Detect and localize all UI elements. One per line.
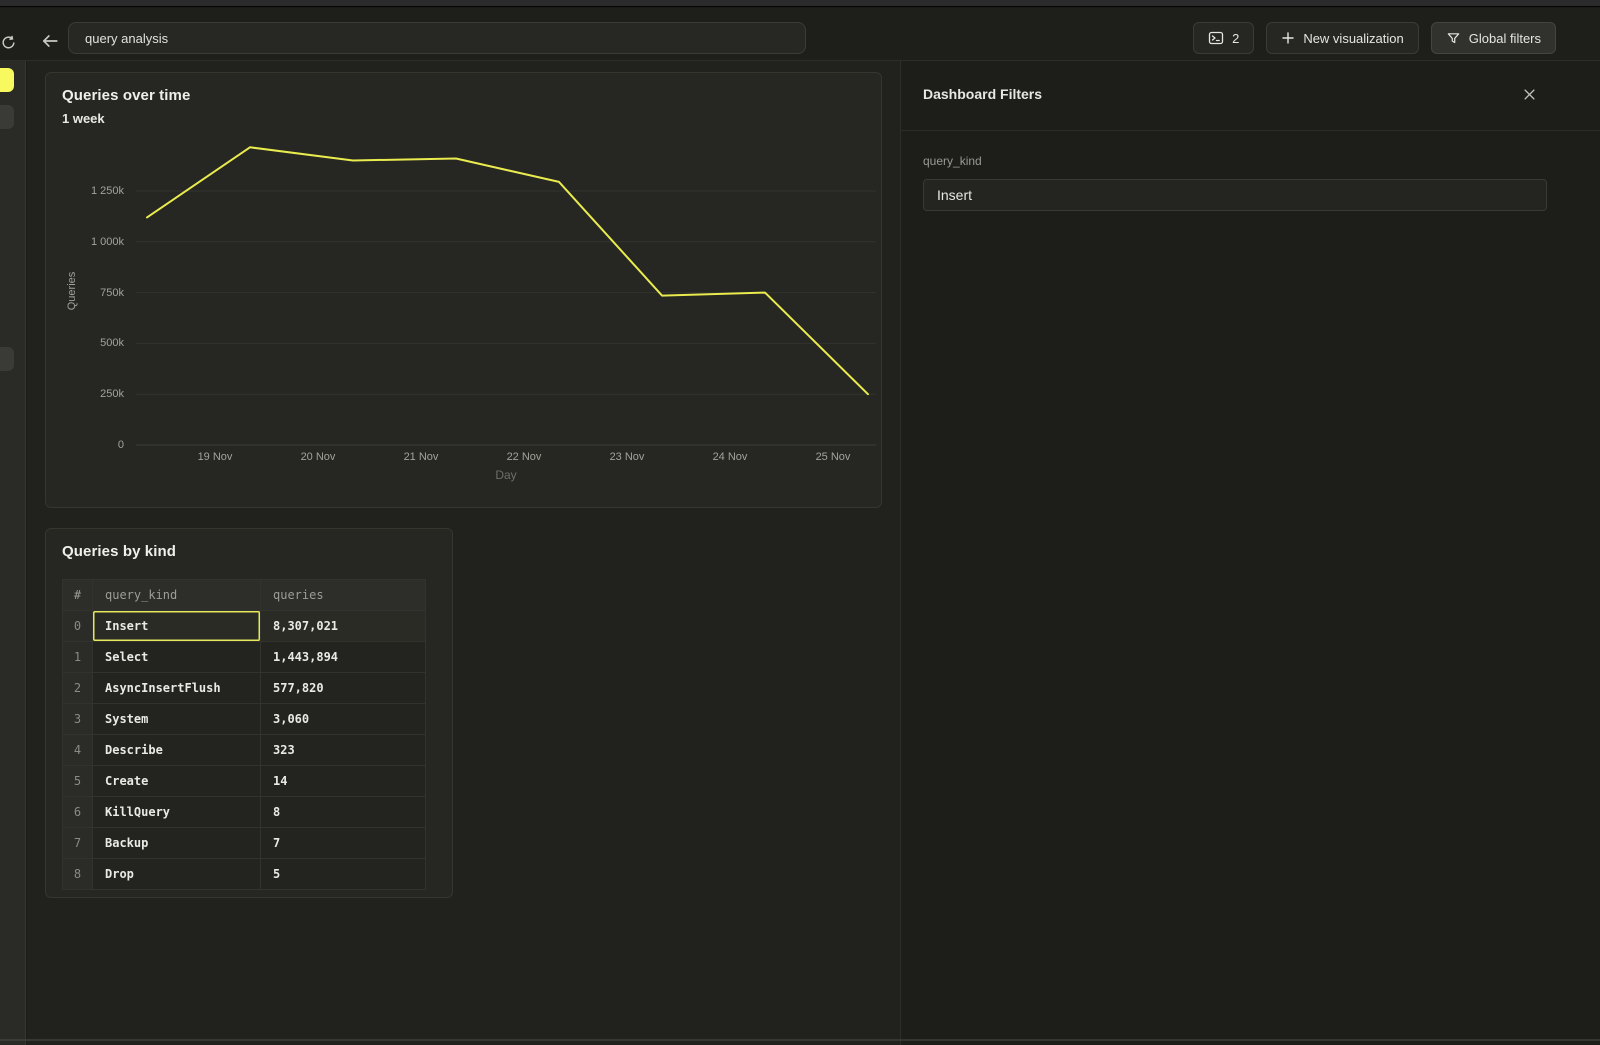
x-axis-label: Day <box>466 468 546 482</box>
x-axis-tick-label: 23 Nov <box>587 451 667 463</box>
row-index-cell: 8 <box>63 859 93 889</box>
queries-cell[interactable]: 14 <box>261 766 425 796</box>
queries-cell[interactable]: 3,060 <box>261 704 425 734</box>
query-kind-cell[interactable]: Select <box>93 642 261 672</box>
y-axis-tick-label: 1 000k <box>52 236 124 248</box>
x-axis-tick-label: 22 Nov <box>484 451 564 463</box>
query-kind-cell[interactable]: Insert <box>93 611 261 641</box>
queries-cell[interactable]: 8 <box>261 797 425 827</box>
query-kind-cell[interactable]: Drop <box>93 859 261 889</box>
query-kind-cell[interactable]: Create <box>93 766 261 796</box>
queries-cell[interactable]: 5 <box>261 859 425 889</box>
queries-cell[interactable]: 323 <box>261 735 425 765</box>
x-axis-tick-label: 24 Nov <box>690 451 770 463</box>
y-axis-tick-label: 250k <box>52 388 124 400</box>
table-row[interactable]: 5Create14 <box>63 765 425 796</box>
filters-panel-title: Dashboard Filters <box>923 86 1042 102</box>
top-bar: 2 New visualization Global filters <box>0 8 1600 61</box>
query-kind-filter-input[interactable] <box>923 179 1547 211</box>
table-card-queries-by-kind[interactable]: Queries by kind # query_kind queries 0In… <box>45 528 453 898</box>
column-header-queries: queries <box>261 580 425 610</box>
console-button[interactable]: 2 <box>1193 22 1254 54</box>
back-arrow-icon <box>41 32 59 50</box>
queries-cell[interactable]: 577,820 <box>261 673 425 703</box>
y-axis-tick-label: 1 250k <box>52 185 124 197</box>
dashboard-title-input[interactable] <box>68 22 806 54</box>
table-row[interactable]: 8Drop5 <box>63 858 425 889</box>
new-visualization-button[interactable]: New visualization <box>1266 22 1418 54</box>
row-index-cell: 3 <box>63 704 93 734</box>
queries-series-line <box>147 147 868 394</box>
plus-icon <box>1281 31 1295 45</box>
query-kind-cell[interactable]: KillQuery <box>93 797 261 827</box>
queries-cell[interactable]: 8,307,021 <box>261 611 425 641</box>
table-row[interactable]: 7Backup7 <box>63 827 425 858</box>
row-index-cell: 7 <box>63 828 93 858</box>
chart-plot <box>46 73 881 493</box>
x-axis-tick-label: 20 Nov <box>278 451 358 463</box>
sidebar-item-active[interactable] <box>0 68 14 92</box>
line-chart: Queries Day 0250k500k750k1 000k1 250k19 … <box>46 73 881 507</box>
table-row[interactable]: 2AsyncInsertFlush577,820 <box>63 672 425 703</box>
bottom-edge-line <box>0 1039 1600 1041</box>
window-top-strip <box>0 0 1600 7</box>
row-index-cell: 6 <box>63 797 93 827</box>
x-axis-tick-label: 19 Nov <box>175 451 255 463</box>
filter-field-label: query_kind <box>923 154 982 168</box>
dashboard-filters-panel: Dashboard Filters query_kind <box>900 61 1600 1045</box>
row-index-cell: 2 <box>63 673 93 703</box>
y-axis-tick-label: 750k <box>52 287 124 299</box>
query-kind-cell[interactable]: AsyncInsertFlush <box>93 673 261 703</box>
queries-cell[interactable]: 7 <box>261 828 425 858</box>
query-kind-cell[interactable]: Backup <box>93 828 261 858</box>
table-row[interactable]: 4Describe323 <box>63 734 425 765</box>
table-header-row: # query_kind queries <box>63 580 425 610</box>
x-axis-tick-label: 25 Nov <box>793 451 873 463</box>
column-header-index: # <box>63 580 93 610</box>
new-visualization-label: New visualization <box>1303 31 1403 46</box>
table-row[interactable]: 0Insert8,307,021 <box>63 610 425 641</box>
reload-icon <box>0 34 17 51</box>
table-row[interactable]: 6KillQuery8 <box>63 796 425 827</box>
left-sidebar <box>0 61 26 1045</box>
queries-table-rows: 0Insert8,307,0211Select1,443,8942AsyncIn… <box>63 610 425 889</box>
funnel-icon <box>1446 31 1461 46</box>
query-kind-cell[interactable]: Describe <box>93 735 261 765</box>
sidebar-item[interactable] <box>0 105 14 129</box>
dashboard-canvas: Queries over time 1 week Queries Day 025… <box>27 61 900 1045</box>
row-index-cell: 1 <box>63 642 93 672</box>
close-icon <box>1524 89 1535 100</box>
panel-divider <box>901 130 1600 131</box>
back-button[interactable] <box>38 29 62 53</box>
global-filters-button[interactable]: Global filters <box>1431 22 1556 54</box>
close-filters-button[interactable] <box>1520 85 1538 103</box>
row-index-cell: 5 <box>63 766 93 796</box>
row-index-cell: 0 <box>63 611 93 641</box>
table-row[interactable]: 3System3,060 <box>63 703 425 734</box>
queries-cell[interactable]: 1,443,894 <box>261 642 425 672</box>
query-kind-cell[interactable]: System <box>93 704 261 734</box>
reload-button[interactable] <box>0 30 20 54</box>
row-index-cell: 4 <box>63 735 93 765</box>
topbar-actions: 2 New visualization Global filters <box>1193 22 1556 54</box>
global-filters-label: Global filters <box>1469 31 1541 46</box>
app-window: 2 New visualization Global filters <box>0 0 1600 1045</box>
y-axis-tick-label: 0 <box>52 439 124 451</box>
sidebar-item[interactable] <box>0 347 14 371</box>
chart-card-queries-over-time[interactable]: Queries over time 1 week Queries Day 025… <box>45 72 882 508</box>
table-title: Queries by kind <box>62 543 176 560</box>
queries-table: # query_kind queries 0Insert8,307,0211Se… <box>62 579 426 890</box>
column-header-query-kind: query_kind <box>93 580 261 610</box>
table-row[interactable]: 1Select1,443,894 <box>63 641 425 672</box>
console-count: 2 <box>1232 31 1239 46</box>
terminal-icon <box>1208 30 1224 46</box>
y-axis-tick-label: 500k <box>52 337 124 349</box>
x-axis-tick-label: 21 Nov <box>381 451 461 463</box>
